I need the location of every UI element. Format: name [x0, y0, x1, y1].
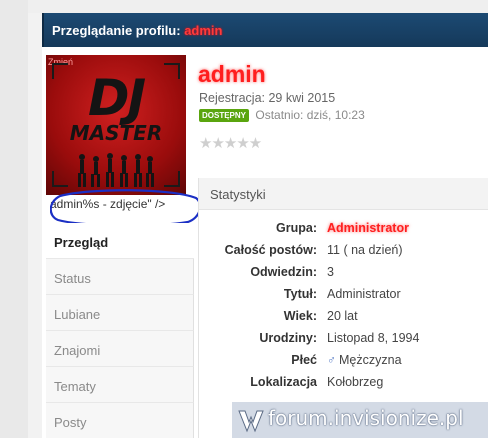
watermark: forum.invisionize.pl	[232, 402, 488, 438]
stat-row-gender: Płeć ♂ Mężczyzna	[199, 350, 488, 372]
stats-title: Statystyki	[199, 178, 488, 210]
stat-row-title: Tytuł: Administrator	[199, 284, 488, 306]
invisionize-logo-icon	[238, 410, 264, 433]
stat-row-age: Wiek: 20 lat	[199, 306, 488, 328]
stats-rows: Grupa: Administrator Całość postów: 11 (…	[199, 218, 488, 394]
registration-date: Rejestracja: 29 kwi 2015	[199, 91, 336, 105]
stat-row-visits: Odwiedzin: 3	[199, 262, 488, 284]
stat-key: Odwiedzin:	[250, 265, 317, 279]
stat-key: Całość postów:	[224, 243, 317, 257]
stat-row-posts: Całość postów: 11 ( na dzień)	[199, 240, 488, 262]
nav-item-status[interactable]: Status	[46, 259, 194, 295]
stat-value-group: Administrator	[327, 221, 409, 235]
stat-value: 3	[327, 265, 334, 279]
nav-item-likes[interactable]: Lubiane	[46, 295, 194, 331]
stat-row-birthday: Urodziny: Listopad 8, 1994	[199, 328, 488, 350]
last-seen: Ostatnio: dziś, 10:23	[255, 108, 365, 122]
avatar-logo-master: MASTER	[69, 121, 163, 145]
profile-nav: Przegląd Status Lubiane Znajomi Tematy P…	[46, 223, 194, 438]
stat-value: Administrator	[327, 287, 401, 301]
header-username: admin	[184, 23, 223, 38]
page: Przeglądanie profilu: admin Zmień DJ MAS…	[28, 0, 488, 438]
stat-row-location: Lokalizacja Kołobrzeg	[199, 372, 488, 394]
profile-header-bar: Przeglądanie profilu: admin	[42, 13, 488, 47]
online-badge: DOSTĘPNY	[199, 109, 250, 122]
avatar[interactable]: Zmień DJ MASTER	[46, 55, 186, 195]
avatar-caption-text: admin%s - zdjęcie" />	[50, 197, 166, 211]
nav-item-posts[interactable]: Posty	[46, 403, 194, 438]
stat-value: Listopad 8, 1994	[327, 331, 420, 345]
avatar-frame-corner	[164, 171, 180, 187]
male-icon: ♂	[327, 353, 336, 367]
stat-key: Grupa:	[276, 221, 317, 235]
stat-key: Płeć	[291, 353, 317, 367]
nav-item-topics[interactable]: Tematy	[46, 367, 194, 403]
rating-stars[interactable]: ★★★★★	[199, 134, 262, 152]
header-prefix: Przeglądanie profilu:	[52, 23, 181, 38]
watermark-text: forum.invisionize.pl	[268, 406, 464, 430]
stat-key: Tytuł:	[283, 287, 317, 301]
stat-key: Wiek:	[283, 309, 317, 323]
profile-name: admin	[198, 61, 266, 87]
top-gap	[28, 0, 488, 13]
stat-key: Lokalizacja	[250, 375, 317, 389]
stat-key: Urodziny:	[259, 331, 317, 345]
nav-item-friends[interactable]: Znajomi	[46, 331, 194, 367]
stat-value: 20 lat	[327, 309, 358, 323]
nav-item-overview[interactable]: Przegląd	[46, 223, 194, 259]
profile-content: Zmień DJ MASTER admin%s - zdjęcie" /> Pr…	[42, 47, 488, 438]
stat-row-group: Grupa: Administrator	[199, 218, 488, 240]
stat-value-gender: ♂ Mężczyzna	[327, 353, 402, 367]
online-status: DOSTĘPNY Ostatnio: dziś, 10:23	[199, 108, 365, 122]
avatar-logo-dj: DJ	[87, 69, 146, 127]
stat-value: 11 ( na dzień)	[327, 243, 403, 257]
stat-value: Kołobrzeg	[327, 375, 384, 389]
gender-text: Mężczyzna	[339, 353, 402, 367]
dancers-silhouette-icon	[78, 153, 154, 187]
stats-panel: Statystyki Grupa: Administrator Całość p…	[198, 178, 488, 438]
avatar-frame-corner	[52, 171, 68, 187]
